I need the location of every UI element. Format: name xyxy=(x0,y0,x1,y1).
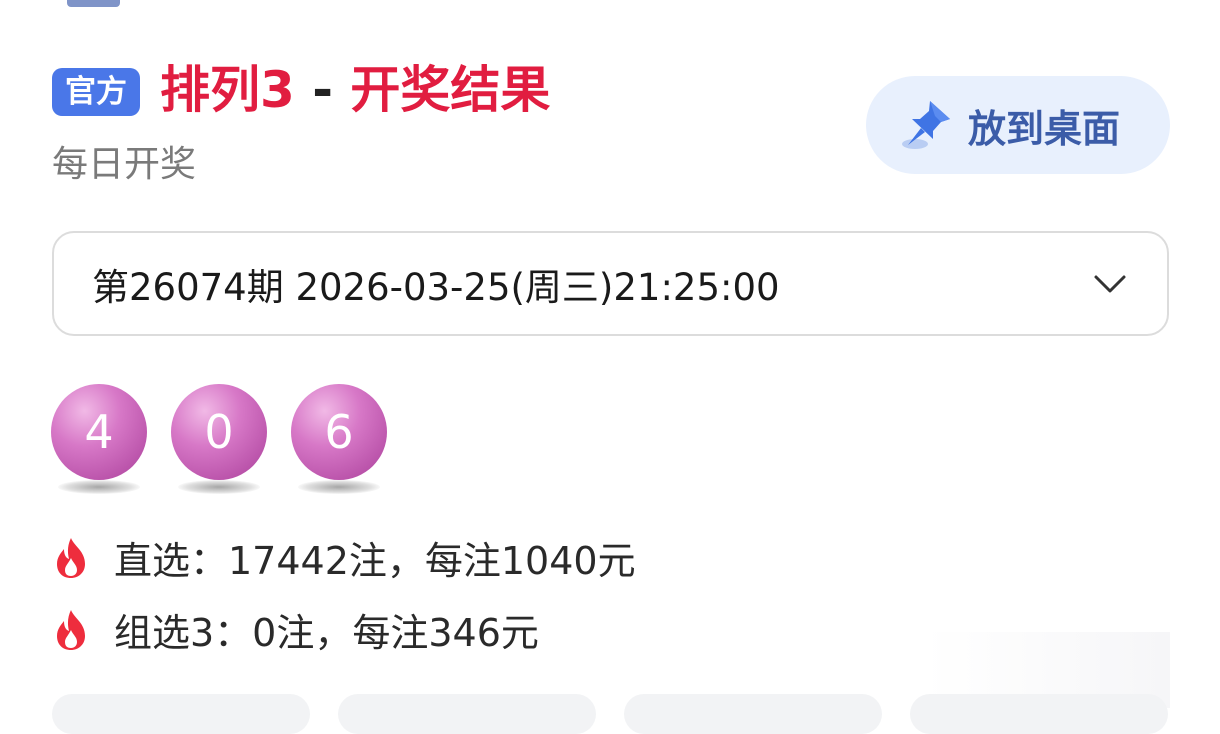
chevron-down-icon xyxy=(1094,275,1126,292)
tab-indicator xyxy=(67,0,120,7)
pushpin-icon xyxy=(902,101,950,149)
draw-number-ball: 0 xyxy=(171,384,267,480)
flame-icon xyxy=(57,609,85,650)
prize-row-direct: 直选：17442注，每注1040元 xyxy=(52,530,636,585)
bottom-chip[interactable] xyxy=(910,694,1168,734)
prize-row-group3: 组选3：0注，每注346元 xyxy=(52,602,539,657)
flame-icon xyxy=(57,537,85,578)
draw-number-ball: 6 xyxy=(291,384,387,480)
ball-shadow xyxy=(298,480,380,494)
page-title: 排列3 - 开奖结果 xyxy=(160,58,550,122)
prize-text-direct: 直选：17442注，每注1040元 xyxy=(114,539,636,583)
title-game-name: 排列3 xyxy=(160,61,295,119)
add-to-desktop-button[interactable]: 放到桌面 xyxy=(866,76,1170,174)
draw-number-ball: 4 xyxy=(51,384,147,480)
issue-select-value: 第26074期 2026-03-25(周三)21:25:00 xyxy=(92,265,780,309)
draw-frequency: 每日开奖 xyxy=(52,144,197,185)
bottom-chip[interactable] xyxy=(624,694,882,734)
ball-shadow xyxy=(58,480,140,494)
ball-shadow xyxy=(178,480,260,494)
add-to-desktop-label: 放到桌面 xyxy=(968,106,1121,151)
bottom-chip[interactable] xyxy=(52,694,310,734)
official-badge: 官方 xyxy=(52,68,140,116)
prize-text-group3: 组选3：0注，每注346元 xyxy=(114,611,539,655)
title-result-label: 开奖结果 xyxy=(350,61,551,119)
title-separator: - xyxy=(312,61,333,119)
bottom-chip[interactable] xyxy=(338,694,596,734)
issue-select[interactable]: 第26074期 2026-03-25(周三)21:25:00 xyxy=(52,231,1169,336)
